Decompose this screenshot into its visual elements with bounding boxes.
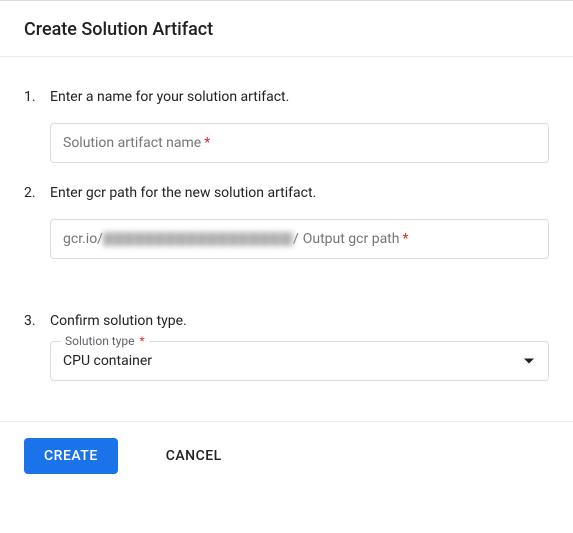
gcr-suffix-slash: / (293, 231, 299, 247)
required-asterisk: * (204, 135, 210, 151)
required-asterisk: * (139, 334, 144, 348)
step-1-label: Enter a name for your solution artifact. (50, 89, 549, 105)
step-2-number: 2. (24, 185, 50, 259)
required-asterisk: * (402, 231, 408, 247)
step-3-number: 3. (24, 313, 50, 381)
select-value: CPU container (63, 353, 152, 369)
step-1-body: Enter a name for your solution artifact.… (50, 89, 549, 163)
dialog-footer: Create Cancel (0, 421, 573, 510)
create-solution-artifact-dialog: Create Solution Artifact 1. Enter a name… (0, 0, 573, 510)
create-button[interactable]: Create (24, 438, 118, 474)
step-3: 3. Confirm solution type. Solution type … (24, 313, 549, 381)
solution-type-select[interactable]: Solution type * CPU container (50, 341, 549, 381)
step-2-label: Enter gcr path for the new solution arti… (50, 185, 549, 201)
gcr-project-redacted: ████████████████████ (103, 232, 293, 246)
cancel-button[interactable]: Cancel (146, 438, 242, 474)
select-floating-label: Solution type * (61, 334, 149, 348)
dialog-header: Create Solution Artifact (0, 1, 573, 57)
dialog-title: Create Solution Artifact (24, 19, 549, 40)
chevron-down-icon (524, 359, 534, 364)
step-1: 1. Enter a name for your solution artifa… (24, 89, 549, 163)
step-2-body: Enter gcr path for the new solution arti… (50, 185, 549, 259)
dialog-content: 1. Enter a name for your solution artifa… (0, 57, 573, 421)
input-placeholder: Solution artifact name (63, 135, 201, 151)
step-2: 2. Enter gcr path for the new solution a… (24, 185, 549, 259)
step-3-label: Confirm solution type. (50, 313, 549, 329)
step-3-body: Confirm solution type. Solution type * C… (50, 313, 549, 381)
solution-artifact-name-input[interactable]: Solution artifact name * (50, 123, 549, 163)
gcr-path-input[interactable]: gcr.io/ ████████████████████ / Output gc… (50, 219, 549, 259)
input-placeholder: Output gcr path (303, 231, 400, 247)
gcr-prefix: gcr.io/ (63, 231, 103, 247)
step-1-number: 1. (24, 89, 50, 163)
